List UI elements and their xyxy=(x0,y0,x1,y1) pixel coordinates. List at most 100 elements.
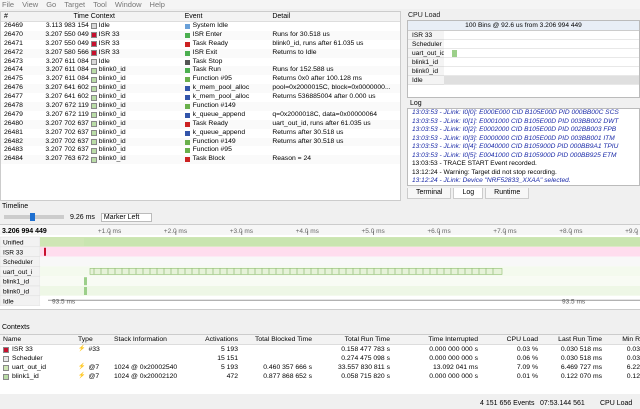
event-row[interactable]: 26479 3.207 672 119 blink0_id k_queue_appen… xyxy=(1,111,400,120)
log-title: Log xyxy=(410,100,422,107)
context-row[interactable]: ISR 33 ⚡ #33 5 193 0.158 477 783 s 0.000 000 … xyxy=(0,345,640,354)
col-interrupted[interactable]: Time Interrupted xyxy=(390,335,478,344)
cpu-row-label: blink0_id xyxy=(408,67,444,76)
event-row[interactable]: 26469 3.113 983 154 Idle System Idle xyxy=(1,22,400,31)
col-name[interactable]: Name xyxy=(0,335,78,344)
event-name-label: Function #149 xyxy=(192,102,236,110)
col-blocked[interactable]: Total Blocked Time xyxy=(238,335,312,344)
event-name: Task Stop xyxy=(179,58,273,67)
status-bar: 4 151 656 Events 07:53.144 561 CPU Load xyxy=(0,399,640,409)
context-row[interactable]: Scheduler 15 151 0.274 475 098 s 0.000 000 … xyxy=(0,354,640,363)
context-row[interactable]: uart_out_id ⚡ @7 1024 @ 0x20002540 5 193 0.46… xyxy=(0,363,640,372)
contexts-header: Name Type Stack Information Activations … xyxy=(0,335,640,345)
event-row[interactable]: 26473 3.207 611 084 Idle Task Stop xyxy=(1,58,400,67)
contexts-title: Contexts xyxy=(2,324,30,331)
event-detail: Returns after 30.518 us xyxy=(272,128,344,136)
timeline-tick-label: +4.0 ms xyxy=(296,228,320,235)
context-blocked: 0.877 868 652 s xyxy=(263,373,312,380)
context-swatch xyxy=(90,130,97,137)
event-row[interactable]: 26480 3.207 702 637 blink0_id Task Ready uar… xyxy=(1,119,400,129)
event-name-label: System Idle xyxy=(192,22,229,29)
event-row[interactable]: 26472 3.207 580 566 ISR 33 ISR Exit Returns … xyxy=(1,48,400,58)
log-line: 13:03:53 - JLink: I0[0]: E000E000 CID B1… xyxy=(412,109,619,116)
context-intr: 0.000 000 000 s xyxy=(429,346,478,353)
cpu-row-bar xyxy=(444,49,639,58)
event-number: 26474 xyxy=(4,66,23,74)
marker-select[interactable]: Marker Left xyxy=(100,212,153,222)
event-row[interactable]: 26476 3.207 641 602 blink0_id k_mem_pool_al… xyxy=(1,84,400,94)
col-time[interactable]: Time xyxy=(39,12,91,21)
zoom-slider[interactable] xyxy=(4,213,64,221)
timeline-canvas[interactable]: 3.206 994 449 +1.0 ms +2.0 ms +3.0 ms +4.0 m… xyxy=(0,225,640,311)
event-context: Idle xyxy=(90,58,179,67)
context-load: 7.09 % xyxy=(516,364,538,371)
col-number[interactable]: # xyxy=(1,12,39,21)
event-name: Function #149 xyxy=(179,102,273,111)
context-last: 0.030 518 ms xyxy=(560,346,602,353)
event-name-label: Task Block xyxy=(192,155,226,163)
event-context-label: blink0_id xyxy=(98,137,126,145)
context-act: 472 xyxy=(226,373,238,380)
col-detail[interactable]: Detail xyxy=(272,12,400,21)
timeline-tick-label: +2.0 ms xyxy=(164,228,188,235)
event-row[interactable]: 26477 3.207 641 602 blink0_id k_mem_pool_al… xyxy=(1,93,400,102)
status-events: 4 151 656 Events xyxy=(480,400,535,407)
menu-view[interactable]: View xyxy=(22,0,38,9)
event-detail: Reason = 24 xyxy=(272,155,312,163)
col-activations[interactable]: Activations xyxy=(174,335,238,344)
event-row[interactable]: 26481 3.207 702 637 blink0_id k_queue_appen… xyxy=(1,129,400,138)
col-cpu-load[interactable]: CPU Load xyxy=(478,335,538,344)
menu-help[interactable]: Help xyxy=(150,0,165,9)
cpu-row-bar xyxy=(444,31,639,40)
tab-log[interactable]: Log xyxy=(453,188,484,199)
event-row[interactable]: 26475 3.207 611 084 blink0_id Function #95 R… xyxy=(1,75,400,84)
event-time: 3.207 702 637 xyxy=(45,128,89,136)
event-row[interactable]: 26483 3.207 702 637 blink0_id Function #95 xyxy=(1,146,400,155)
event-name-label: k_queue_append xyxy=(192,128,246,136)
event-number: 26475 xyxy=(4,75,23,83)
event-number: 26472 xyxy=(4,48,23,56)
event-row[interactable]: 26470 3.207 550 049 ISR 33 ISR Enter Runs fo… xyxy=(1,30,400,40)
event-row[interactable]: 26482 3.207 702 637 blink0_id Function #149… xyxy=(1,137,400,147)
event-row[interactable]: 26478 3.207 672 119 blink0_id Function #149 xyxy=(1,102,400,111)
timeline-row-label: uart_out_i xyxy=(3,269,33,276)
col-min-run[interactable]: Min R xyxy=(602,335,640,344)
context-swatch xyxy=(90,112,97,119)
event-context: blink0_id xyxy=(90,111,179,120)
event-detail: uart_out_id, runs after 61.035 us xyxy=(272,119,371,127)
menu-tool[interactable]: Tool xyxy=(93,0,107,9)
event-row[interactable]: 26474 3.207 611 084 blink0_id Task Run Runs … xyxy=(1,66,400,76)
menu-file[interactable]: File xyxy=(2,0,14,9)
col-last-run[interactable]: Last Run Time xyxy=(538,335,602,344)
col-stack[interactable]: Stack Information xyxy=(114,335,174,344)
timeline-row-label: blink0_id xyxy=(3,289,29,296)
menu-target[interactable]: Target xyxy=(64,0,85,9)
menu-window[interactable]: Window xyxy=(115,0,142,9)
event-row[interactable]: 26471 3.207 550 049 ISR 33 Task Ready blink0… xyxy=(1,40,400,49)
event-type-icon xyxy=(184,59,190,65)
col-event[interactable]: Event xyxy=(179,12,273,21)
context-row[interactable]: blink1_id ⚡ @7 1024 @ 0x20002120 472 0.877 86… xyxy=(0,372,640,381)
col-runtime[interactable]: Total Run Time xyxy=(312,335,390,344)
event-time: 3.207 550 049 xyxy=(45,39,89,47)
col-type[interactable]: Type xyxy=(78,335,114,344)
timeline-tick-label: +6.0 ms xyxy=(427,228,451,235)
cpu-row-label: ISR 33 xyxy=(408,31,444,40)
tab-terminal[interactable]: Terminal xyxy=(407,188,452,199)
event-time: 3.207 641 602 xyxy=(45,84,89,92)
context-swatch xyxy=(90,23,97,30)
menu-go[interactable]: Go xyxy=(46,0,56,9)
col-context[interactable]: Context xyxy=(91,12,179,21)
timeline-toolbar: 9.26 ms Marker Left xyxy=(0,211,640,223)
event-context-label: blink0_id xyxy=(98,75,126,83)
event-context: blink0_id xyxy=(90,84,179,93)
event-type-icon xyxy=(184,130,190,136)
tab-runtime[interactable]: Runtime xyxy=(485,188,530,199)
cpu-row-label: Scheduler xyxy=(408,40,444,49)
timeline-isr-mark xyxy=(44,247,46,256)
event-detail: Returns to Idle xyxy=(272,48,317,56)
event-number: 26482 xyxy=(4,137,23,145)
timeline-origin: 3.206 994 449 xyxy=(2,228,47,235)
event-number: 26477 xyxy=(4,93,23,101)
event-row[interactable]: 26484 3.207 763 672 blink0_id Task Block Rea… xyxy=(1,155,400,165)
